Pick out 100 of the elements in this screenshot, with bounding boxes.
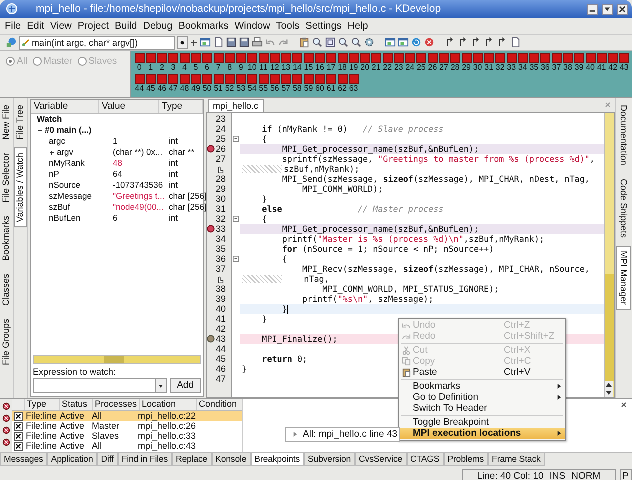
variable-name[interactable]: argv [57,147,74,158]
process-indicator[interactable] [586,53,596,63]
panel-tab[interactable]: Replace [172,453,212,466]
combo-dropdown-button[interactable] [177,36,188,49]
add-button[interactable]: Add [170,378,201,393]
process-indicator[interactable] [157,74,168,84]
variable-name[interactable]: nSource [49,180,81,191]
file-tab[interactable]: mpi_hello.c [208,99,264,112]
undo-icon[interactable] [265,37,276,48]
column-header[interactable]: Value [99,100,159,113]
menu-item[interactable]: Tools [273,19,303,33]
process-indicator[interactable] [428,53,438,63]
panel-tab[interactable]: Frame Stack [488,453,545,466]
column-header[interactable]: Status [60,399,93,410]
vertical-scrollbar[interactable] [604,113,614,397]
process-indicator[interactable] [304,53,314,63]
process-indicator[interactable] [619,53,630,63]
stop-icon[interactable] [424,37,435,48]
process-indicator[interactable] [506,53,517,63]
fold-icon[interactable] [233,256,239,262]
panel-tab[interactable]: Subversion [304,453,356,466]
step-icon[interactable] [458,37,469,48]
process-indicator[interactable] [146,53,156,63]
process-indicator[interactable] [214,74,224,84]
process-indicator[interactable] [281,53,292,63]
maximize-button[interactable] [602,4,613,14]
process-indicator[interactable] [157,53,168,63]
process-indicator[interactable] [338,74,348,84]
menu-item[interactable]: MPI execution locations [399,428,565,439]
menu-item[interactable]: Build [112,19,140,33]
process-indicator[interactable] [146,74,156,84]
side-tab[interactable]: File Selector [0,148,13,208]
process-indicator[interactable] [270,53,280,63]
process-indicator[interactable] [258,74,269,84]
process-indicator[interactable] [314,74,325,84]
process-indicator[interactable] [224,53,235,63]
gear-icon[interactable] [364,37,375,48]
process-indicator[interactable] [382,53,393,63]
menu-item[interactable]: Bookmarks [176,19,232,33]
breakpoint-tool-icon[interactable] [2,414,10,423]
plus-icon[interactable] [190,38,198,46]
process-indicator[interactable] [326,74,336,84]
process-indicator[interactable] [484,53,494,63]
column-header[interactable]: Processes [93,399,140,410]
selected-row[interactable]: File:line Active All mpi_hello.c:22 [12,411,242,421]
process-indicator[interactable] [495,53,506,63]
panel-tab[interactable]: Breakpoints [250,453,304,466]
window-icon[interactable] [398,37,409,48]
process-indicator[interactable] [462,53,472,63]
side-tab[interactable]: Classes [0,269,13,312]
process-indicator[interactable] [596,53,607,63]
horizontal-scrollbar[interactable] [33,355,201,364]
process-indicator[interactable] [236,53,246,63]
process-indicator[interactable] [292,53,302,63]
clipboard-icon[interactable] [299,37,310,48]
process-indicator[interactable] [281,74,292,84]
panel-tab[interactable]: CTAGS [406,453,444,466]
tree-toggle[interactable] [37,128,43,134]
side-tab[interactable]: Code Snippets [616,174,631,243]
column-header[interactable]: Type [25,399,60,410]
process-indicator[interactable] [552,53,562,63]
breakpoint-tool-icon[interactable] [2,438,10,447]
menu-item[interactable]: Window [232,19,274,33]
column-header[interactable]: Variable [31,100,99,113]
panel-tab[interactable]: Find in Files [118,453,172,466]
redo-icon[interactable] [278,37,289,48]
process-indicator[interactable] [134,53,145,63]
process-indicator[interactable] [450,53,460,63]
process-indicator[interactable] [360,53,370,63]
fold-icon[interactable] [233,136,239,142]
process-indicator[interactable] [180,74,190,84]
checkbox[interactable] [14,442,23,450]
menu-item[interactable]: Switch To Header [399,403,565,414]
search-icon[interactable] [351,37,362,48]
process-indicator[interactable] [247,74,258,84]
tree-toggle[interactable] [49,150,55,156]
process-indicator[interactable] [180,53,190,63]
process-indicator[interactable] [270,74,280,84]
side-tab[interactable]: Bookmarks [0,211,13,266]
breakpoint-tool-icon[interactable] [2,426,10,435]
checkbox[interactable] [14,422,23,430]
menu-item[interactable]: Bookmarks [399,381,565,392]
column-header[interactable]: Type [159,100,203,113]
document-icon[interactable] [510,37,521,48]
process-indicator[interactable] [574,53,584,63]
process-indicator[interactable] [416,53,426,63]
printer-icon[interactable] [252,37,263,48]
process-indicator[interactable] [371,53,382,63]
menu-item[interactable]: All: mpi_hello.c line 43 [286,428,399,441]
process-indicator[interactable] [348,53,359,63]
menu-item[interactable]: Paste Ctrl+V [399,367,565,378]
side-tab[interactable]: Documentation [616,100,631,171]
panel-tab[interactable]: Application [47,453,98,466]
breakpoint-icon[interactable] [207,145,215,153]
process-indicator[interactable] [247,53,258,63]
process-indicator[interactable] [134,74,145,84]
step-icon[interactable] [471,37,482,48]
variable-name[interactable]: nP [49,169,60,180]
menu-item[interactable]: View [47,19,75,33]
process-indicator[interactable] [438,53,449,63]
